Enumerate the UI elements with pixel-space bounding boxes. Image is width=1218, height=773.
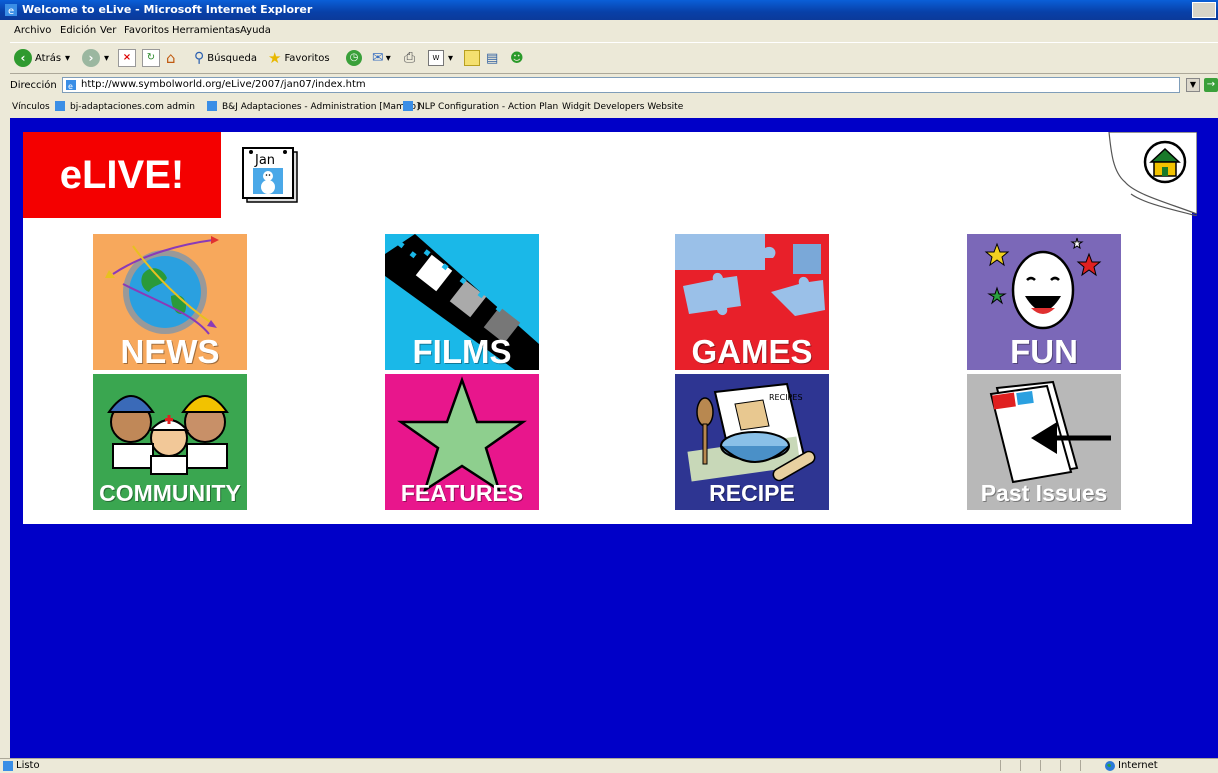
window-titlebar: e Welcome to eLive - Microsoft Internet …	[0, 0, 1218, 20]
link-page-icon	[55, 101, 65, 111]
menu-ver[interactable]: Ver	[100, 25, 116, 36]
status-text: Listo	[16, 760, 40, 771]
menu-herramientas[interactable]: Herramientas	[172, 25, 240, 36]
back-label: Atrás	[35, 52, 62, 64]
page-viewport: eLIVE! Jan NEWS FILMS GAMES FUN COMMUNIT…	[10, 118, 1218, 758]
community-tile[interactable]: COMMUNITY	[93, 374, 247, 510]
notes-button[interactable]	[464, 48, 480, 68]
features-tile[interactable]: FEATURES	[385, 374, 539, 510]
back-arrow-icon: ‹	[14, 49, 32, 67]
games-tile[interactable]: GAMES	[675, 234, 829, 370]
favorites-star-icon: ★	[268, 49, 282, 67]
search-icon: ⚲	[194, 50, 205, 66]
status-segment	[1040, 760, 1059, 771]
community-label: COMMUNITY	[99, 480, 241, 506]
edit-icon: W	[428, 50, 444, 66]
refresh-button[interactable]: ↻	[142, 48, 160, 68]
svg-text:e: e	[68, 82, 73, 91]
forward-button[interactable]: › ▾	[82, 48, 109, 68]
favorites-button[interactable]: ★ Favoritos	[268, 48, 330, 68]
minimize-button[interactable]	[1192, 2, 1216, 18]
page-icon: e	[66, 80, 76, 91]
research-icon: ▤	[486, 50, 499, 66]
past-issues-tile[interactable]: Past Issues	[967, 374, 1121, 510]
forward-dropdown-icon: ▾	[104, 52, 110, 64]
refresh-icon: ↻	[142, 49, 160, 67]
menu-bar: Archivo Edición Ver Favoritos Herramient…	[10, 22, 1218, 40]
menu-edicion[interactable]: Edición	[60, 25, 96, 36]
mail-dropdown-icon: ▾	[385, 52, 391, 64]
favorites-label: Favoritos	[284, 52, 330, 64]
films-tile[interactable]: FILMS	[385, 234, 539, 370]
status-page-icon	[3, 761, 13, 771]
forward-arrow-icon: ›	[82, 49, 100, 67]
features-label: FEATURES	[400, 480, 524, 506]
address-input[interactable]: e http://www.symbolworld.org/eLive/2007/…	[62, 77, 1180, 93]
link-item[interactable]: Widgit Developers Website	[562, 102, 683, 112]
history-icon: ◷	[346, 50, 362, 66]
content-panel: eLIVE! Jan NEWS FILMS GAMES FUN COMMUNIT…	[23, 132, 1197, 524]
address-dropdown-button[interactable]: ▼	[1186, 78, 1200, 92]
past-issues-label: Past Issues	[980, 480, 1108, 506]
back-dropdown-icon: ▾	[65, 52, 71, 64]
elive-logo[interactable]: eLIVE!	[23, 132, 221, 218]
recipes-book-text: RECIPES	[769, 393, 803, 402]
edit-button[interactable]: W ▾	[428, 48, 453, 68]
link-item[interactable]: B&J Adaptaciones - Administration [Mambo…	[222, 102, 420, 112]
messenger-icon: ☻	[510, 50, 524, 66]
status-segment	[1000, 760, 1019, 771]
messenger-button[interactable]: ☻	[510, 48, 524, 68]
fun-label: FUN	[1010, 333, 1078, 370]
go-button[interactable]: →	[1204, 78, 1218, 92]
stop-button[interactable]: ×	[118, 48, 136, 68]
window-title: Welcome to eLive - Microsoft Internet Ex…	[22, 3, 313, 16]
window-left-edge	[0, 20, 10, 758]
links-bar: Vínculos bj-adaptaciones.com admin B&J A…	[10, 98, 1218, 116]
print-icon: ⎙	[404, 50, 416, 66]
home-icon: ⌂	[166, 49, 176, 67]
address-label: Dirección	[10, 80, 57, 91]
link-page-icon	[207, 101, 217, 111]
address-bar: Dirección e http://www.symbolworld.org/e…	[10, 76, 1218, 96]
internet-globe-icon	[1105, 761, 1115, 771]
links-label: Vínculos	[12, 102, 50, 112]
menu-ayuda[interactable]: Ayuda	[240, 25, 271, 36]
security-zone: Internet	[1118, 760, 1158, 771]
print-button[interactable]: ⎙	[404, 48, 415, 68]
link-page-icon	[403, 101, 413, 111]
history-button[interactable]: ◷	[346, 48, 362, 68]
status-segment	[1080, 760, 1099, 771]
mail-button[interactable]: ✉ ▾	[372, 48, 391, 68]
notes-icon	[464, 50, 480, 66]
calendar-month: Jan	[254, 153, 275, 168]
status-segment	[1020, 760, 1039, 771]
news-label: NEWS	[120, 333, 220, 370]
recipe-tile[interactable]: RECIPES RECIPE	[675, 374, 829, 510]
back-button[interactable]: ‹ Atrás ▾	[14, 48, 70, 68]
link-item[interactable]: bj-adaptaciones.com admin	[70, 102, 195, 112]
menu-archivo[interactable]: Archivo	[14, 25, 51, 36]
calendar-snowman-icon[interactable]: Jan	[241, 146, 301, 204]
address-url: http://www.symbolworld.org/eLive/2007/ja…	[81, 79, 366, 90]
news-tile[interactable]: NEWS	[93, 234, 247, 370]
home-toolbar-button[interactable]: ⌂	[166, 48, 176, 68]
search-label: Búsqueda	[207, 52, 257, 64]
research-button[interactable]: ▤	[486, 48, 498, 68]
recipe-label: RECIPE	[709, 480, 795, 506]
link-item[interactable]: NLP Configuration - Action Plan	[418, 102, 558, 112]
stop-icon: ×	[118, 49, 136, 67]
svg-text:e: e	[8, 6, 14, 17]
status-bar: Listo Internet	[0, 758, 1218, 773]
standard-toolbar: ‹ Atrás ▾ › ▾ × ↻ ⌂ ⚲ Búsqueda ★ Favorit…	[10, 42, 1218, 74]
games-label: GAMES	[691, 333, 813, 370]
menu-favoritos[interactable]: Favoritos	[124, 25, 169, 36]
home-page-button[interactable]	[1105, 132, 1197, 216]
mail-icon: ✉	[372, 50, 384, 66]
ie-app-icon: e	[5, 4, 17, 17]
films-label: FILMS	[412, 333, 512, 370]
status-segment	[1060, 760, 1079, 771]
edit-dropdown-icon: ▾	[448, 52, 454, 64]
search-button[interactable]: ⚲ Búsqueda	[194, 48, 257, 68]
fun-tile[interactable]: FUN	[967, 234, 1121, 370]
